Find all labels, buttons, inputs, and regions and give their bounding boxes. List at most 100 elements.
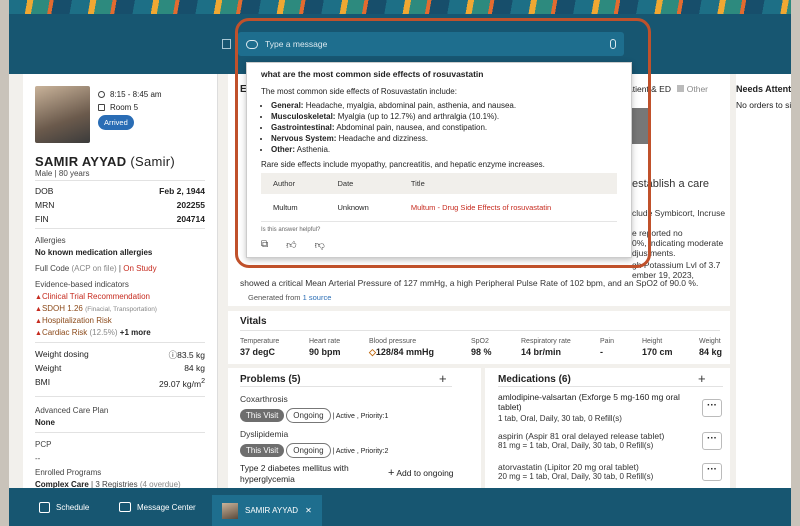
side-effect-item: Musculoskeletal: Myalgia (up to 12.7%) a… [271,111,617,122]
add-medication-icon[interactable]: + [698,371,706,386]
ongoing-pill[interactable]: Ongoing [286,443,331,458]
table-row: Multum Unknown Multum - Drug Side Effect… [261,194,617,222]
vital-label: Heart rate [309,338,341,345]
vital-label: Temperature [240,338,280,345]
appointment-time: 8:15 - 8:45 am [110,90,162,99]
summary-fragment: djustments. [632,248,676,258]
this-visit-pill[interactable]: This Visit [240,444,285,457]
room: Room 5 [110,103,139,112]
needs-attention-panel: Needs Attention No orders to sig [736,74,791,488]
pcp-value: -- [35,454,41,463]
abnormal-icon: ◇ [369,347,376,357]
ai-answer-popup: what are the most common side effects of… [246,62,632,258]
side-effect-item: Nervous System: Headache and dizziness. [271,133,617,144]
thumbs-up-icon[interactable]: 👍︎ [286,239,296,251]
source-title-link[interactable]: Multum - Drug Side Effects of rosuvastat… [398,194,617,222]
vital-label: SpO2 [471,338,489,345]
mrn-row: MRN 202255 [35,200,205,210]
source-table: Author Date Title Multum Unknown Multum … [261,173,617,222]
allergies-value: No known medication allergies [35,248,153,257]
weight-dosing-row: Weight dosing ⓘ83.5 kg [35,349,205,360]
vital-value: 14 br/min [521,347,562,357]
clock-icon [98,91,105,98]
bottom-taskbar: Schedule Message Center SAMIR AYYAD ✕ [9,488,791,526]
problem-name[interactable]: Type 2 diabetes mellitus with hyperglyce… [240,463,350,485]
bmi-row: BMI 29.07 kg/m2 [35,377,205,389]
fin-row: FIN 204714 [35,214,205,224]
problem-name[interactable]: Coxarthrosis [240,394,288,404]
column-header: Date [325,173,399,194]
vital-value: - [600,347,603,357]
patient-tab[interactable]: SAMIR AYYAD ✕ [212,495,322,526]
copy-icon[interactable]: ⧉ [261,239,268,251]
problem-row: This Visit Ongoing | Active , Priority:1 [240,408,388,423]
thumbs-down-icon[interactable]: 👎︎ [315,239,325,251]
problem-meta: | Active , Priority:2 [332,448,389,455]
ebi-item[interactable]: ▲Hospitalization Risk [35,316,112,325]
medication-sig: 20 mg = 1 tab, Oral, Daily, 30 tab, 0 Re… [498,472,654,481]
ongoing-pill[interactable]: Ongoing [286,408,331,423]
summary-line: showed a critical Mean Arterial Pressure… [240,278,699,288]
vital-label: Height [642,338,663,345]
chat-input[interactable]: Type a message [238,32,624,56]
medication-name[interactable]: aspirin (Aspir 81 oral delayed release t… [498,431,664,441]
schedule-tab[interactable]: Schedule [39,502,89,513]
patient-sex-age: Male | 80 years [35,169,90,178]
vital-label: Blood pressure [369,338,417,345]
medication-more-button[interactable]: ··· [702,399,722,417]
patient-avatar [222,502,238,519]
medication-more-button[interactable]: ··· [702,432,722,450]
filter-tabs[interactable]: atient & ED Other [628,84,728,94]
medication-sig: 81 mg = 1 tab, Oral, Daily, 30 tab, 0 Re… [498,441,654,450]
vital-value: 98 % [471,347,492,357]
vital-value: 170 cm [642,347,673,357]
this-visit-pill[interactable]: This Visit [240,409,285,422]
vital-value: 84 kg [699,347,723,357]
side-effects-list: General: Headache, myalgia, abdominal pa… [271,100,617,155]
needs-attention-title: Needs Attention [736,84,791,94]
medications-title: Medications (6) [498,374,571,385]
vitals-title: Vitals [240,316,267,327]
ebi-label: Evidence-based indicators [35,280,129,289]
side-effect-item: Other: Asthenia. [271,144,617,155]
column-header: Author [261,173,326,194]
app-window: Type a message 8:15 - 8:45 am Room 5 Arr… [9,0,791,526]
ebi-item[interactable]: ▲Cardiac Risk (12.5%) +1 more [35,328,151,337]
summary-fragment: gh Potassium Lvl of 3.7 [632,260,721,270]
answer-intro: The most common side effects of Rosuvast… [261,87,457,96]
calendar-icon [39,502,50,513]
problem-meta: | Active , Priority:1 [332,413,389,420]
patient-name: SAMIR AYYAD (Samir) [35,154,176,169]
patient-banner-panel: 8:15 - 8:45 am Room 5 Arrived SAMIR AYYA… [23,74,218,488]
acp-value: None [35,418,55,427]
programs-value: Complex Care | 3 Registries (4 overdue) [35,480,181,488]
ebi-item[interactable]: ▲SDOH 1.26 (Finacial, Transportation) [35,304,157,313]
programs-label: Enrolled Programs [35,468,102,477]
medication-name[interactable]: amlodipine-valsartan (Exforge 5 mg-160 m… [498,392,698,412]
source-link[interactable]: 1 source [303,293,332,302]
sidebar-toggle-icon[interactable] [222,39,231,49]
vital-value: 90 bpm [309,347,341,357]
close-icon[interactable]: ✕ [305,506,312,515]
chart-bar [632,108,648,144]
code-status[interactable]: Full Code (ACP on file) | On Study [35,264,157,273]
add-problem-icon[interactable]: + [439,371,447,386]
chat-input-placeholder: Type a message [265,39,328,49]
vital-value: 37 degC [240,347,276,357]
generated-from: Generated from 1 source [248,293,332,302]
problem-name[interactable]: Dyslipidemia [240,429,288,439]
vital-label: Pain [600,338,615,345]
ebi-item[interactable]: ▲Clinical Trial Recommendation [35,292,150,301]
acp-label: Advanced Care Plan [35,406,109,415]
add-to-ongoing-button[interactable]: + Add to ongoing [388,467,454,479]
message-center-tab[interactable]: Message Center [119,502,196,512]
problem-row: This Visit Ongoing | Active , Priority:2 [240,443,388,458]
rare-effects: Rare side effects include myopathy, panc… [261,160,545,169]
vital-value: ◇128/84 mmHg [369,347,434,357]
medication-more-button[interactable]: ··· [702,463,722,481]
weight-row: Weight 84 kg [35,363,205,373]
medication-name[interactable]: atorvastatin (Lipitor 20 mg oral tablet) [498,462,639,472]
side-effect-item: General: Headache, myalgia, abdominal pa… [271,100,617,111]
info-icon: ⓘ [168,350,178,360]
microphone-icon[interactable] [610,39,616,49]
